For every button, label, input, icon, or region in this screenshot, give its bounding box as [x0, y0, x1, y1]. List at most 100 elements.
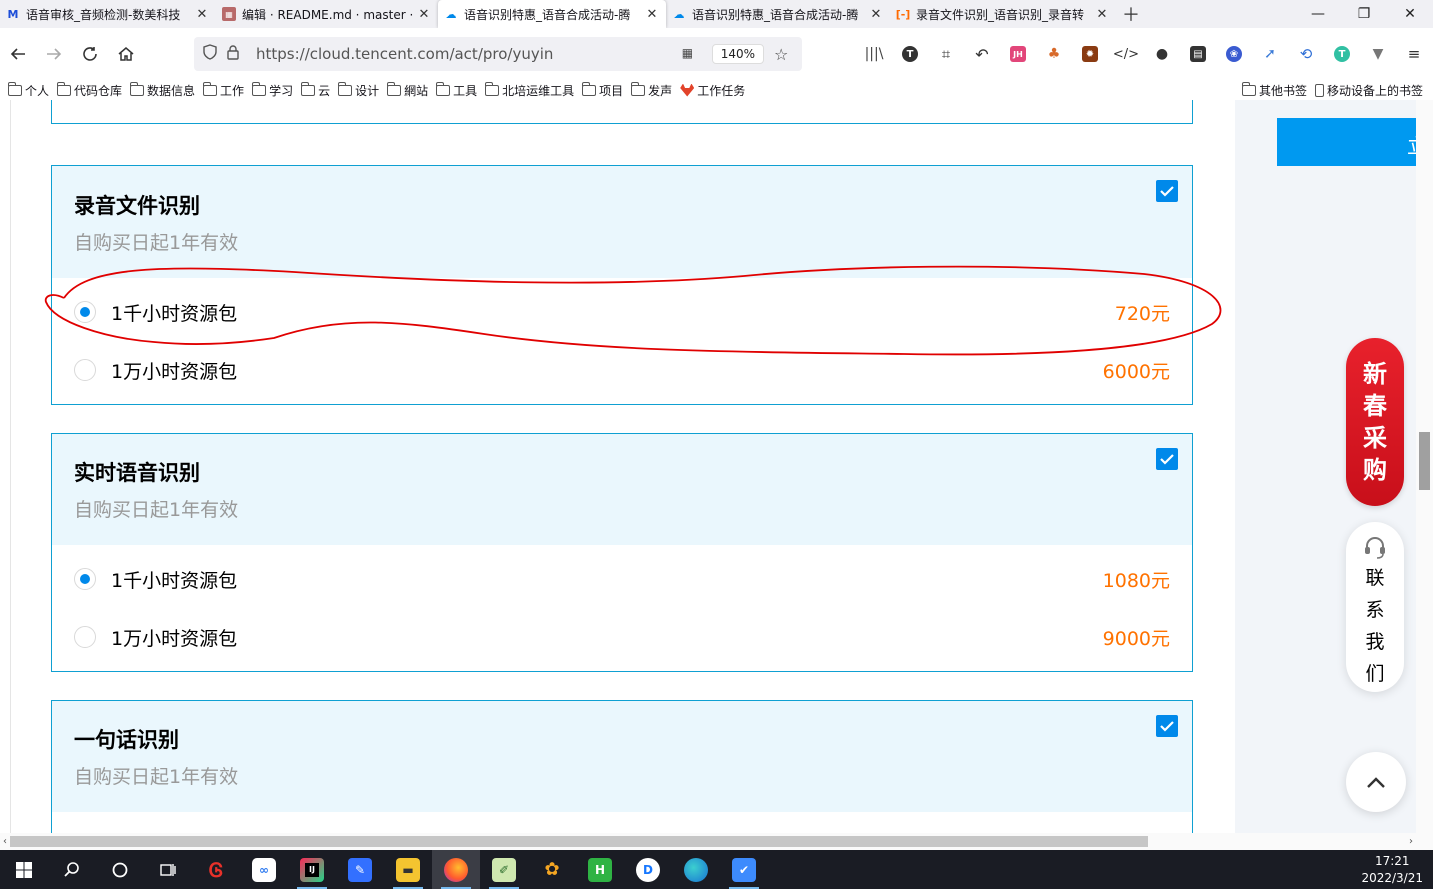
bookmark-folder[interactable]: 数据信息	[130, 81, 195, 99]
task-view-button[interactable]	[144, 850, 192, 889]
tab-tencent-active[interactable]: ☁ 语音识别特惠_语音合成活动-腾 ✕	[438, 0, 666, 28]
crop-icon[interactable]: ⌗	[928, 42, 964, 66]
bookmark-folder[interactable]: 代码仓库	[57, 81, 122, 99]
taskbar-app[interactable]: ✿	[528, 850, 576, 889]
v-extension-icon[interactable]: ▼	[1360, 42, 1396, 66]
taskbar-app[interactable]: ✔	[720, 850, 768, 889]
back-arrow-icon	[10, 48, 25, 60]
package-option[interactable]: 1千小时资源包 1080元	[52, 559, 1192, 599]
jh-extension-icon[interactable]: JH	[1000, 42, 1036, 66]
folder-icon	[387, 81, 402, 96]
bird-extension-icon[interactable]: ➚	[1252, 42, 1288, 66]
radio-button[interactable]	[74, 301, 96, 323]
address-bar[interactable]: https://cloud.tencent.com/act/pro/yuyin …	[194, 37, 802, 71]
buy-now-button[interactable]: 立	[1277, 118, 1416, 166]
scrollbar-thumb[interactable]	[1419, 432, 1430, 490]
paw-extension-icon[interactable]: ❀	[1216, 42, 1252, 66]
taskbar-app[interactable]: IJ	[288, 850, 336, 889]
bookmark-folder[interactable]: 北培运维工具	[485, 81, 574, 99]
storage-extension-icon[interactable]: ▤	[1180, 42, 1216, 66]
undo-icon[interactable]: ↶	[964, 42, 1000, 66]
zoom-level[interactable]: 140%	[711, 44, 764, 64]
close-icon[interactable]: ✕	[1094, 7, 1110, 22]
tab-aliyun[interactable]: [-] 录音文件识别_语音识别_录音转 ✕	[890, 0, 1116, 28]
lock-icon[interactable]	[226, 44, 244, 64]
home-button[interactable]	[108, 36, 144, 72]
url-text[interactable]: https://cloud.tencent.com/act/pro/yuyin	[256, 45, 682, 63]
close-window-button[interactable]: ✕	[1387, 0, 1433, 28]
taskbar-app[interactable]: ✎	[336, 850, 384, 889]
bookmark-mobile[interactable]: 移动设备上的书签	[1314, 82, 1423, 99]
bookmark-folder[interactable]: 个人	[8, 81, 49, 99]
taskbar-app-firefox[interactable]	[432, 850, 480, 889]
product-checkbox[interactable]	[1156, 448, 1178, 470]
menu-icon[interactable]: ≡	[1396, 42, 1432, 66]
search-button[interactable]	[48, 850, 96, 889]
tab-shumei[interactable]: M 语音审核_音频检测-数美科技 ✕	[0, 0, 216, 28]
horizontal-scrollbar[interactable]: ‹ ›	[0, 833, 1433, 850]
bookmark-folder[interactable]: 工具	[436, 81, 477, 99]
sync-extension-icon[interactable]: ⟲	[1288, 42, 1324, 66]
product-checkbox[interactable]	[1156, 715, 1178, 737]
tab-tencent[interactable]: ☁ 语音识别特惠_语音合成活动-腾 ✕	[666, 0, 890, 28]
package-option[interactable]: 1万小时资源包 9000元	[52, 617, 1192, 657]
restore-button[interactable]: ❐	[1341, 0, 1387, 28]
bookmark-folder[interactable]: 網站	[387, 81, 428, 99]
reload-button[interactable]	[72, 36, 108, 72]
bookmark-folder[interactable]: 项目	[582, 81, 623, 99]
bookmark-folder[interactable]: 学习	[252, 81, 293, 99]
scroll-right-icon[interactable]: ›	[1406, 833, 1416, 850]
bookmark-other[interactable]: 其他书签	[1241, 81, 1307, 99]
tab-gitlab[interactable]: ▦ 编辑 · README.md · master · ( ✕	[216, 0, 438, 28]
bookmark-folder[interactable]: 发声	[631, 81, 672, 99]
tab-title: 语音识别特惠_语音合成活动-腾	[464, 7, 631, 22]
taskbar-app[interactable]: Ꮆ	[192, 850, 240, 889]
close-icon[interactable]: ✕	[194, 7, 210, 22]
bookmark-folder[interactable]: 设计	[338, 81, 379, 99]
translate-extension-icon[interactable]: T	[892, 42, 928, 66]
contact-char: 系	[1365, 599, 1385, 621]
start-button[interactable]	[0, 850, 48, 889]
tampermonkey-icon[interactable]: T	[1324, 42, 1360, 66]
product-validity: 自购买日起1年有效	[74, 766, 239, 788]
qr-code-icon[interactable]: ▦	[682, 46, 702, 62]
taskbar-app[interactable]: ∞	[240, 850, 288, 889]
code-icon[interactable]: </>	[1108, 42, 1144, 66]
scroll-left-icon[interactable]: ‹	[0, 833, 10, 850]
product-checkbox[interactable]	[1156, 180, 1178, 202]
spring-promo-button[interactable]: 新 春 采 购	[1346, 338, 1404, 506]
package-option[interactable]: 1万小时资源包 6000元	[52, 350, 1192, 390]
radio-button[interactable]	[74, 568, 96, 590]
taskbar-app[interactable]: H	[576, 850, 624, 889]
new-tab-button[interactable]: ＋	[1116, 0, 1146, 28]
tree-extension-icon[interactable]: ♣	[1036, 42, 1072, 66]
close-icon[interactable]: ✕	[868, 7, 884, 22]
forward-button[interactable]	[36, 36, 72, 72]
tab-title: 录音文件识别_语音识别_录音转	[916, 7, 1085, 22]
close-icon[interactable]: ✕	[416, 7, 432, 22]
taskbar-app[interactable]: ▬	[384, 850, 432, 889]
close-icon[interactable]: ✕	[644, 7, 660, 22]
taskbar-app[interactable]: D	[624, 850, 672, 889]
bookmark-folder[interactable]: 工作	[203, 81, 244, 99]
bookmark-star-icon[interactable]: ☆	[774, 45, 796, 64]
bookmark-gitlab[interactable]: 工作任务	[680, 82, 745, 99]
taskbar-app[interactable]	[672, 850, 720, 889]
bookmark-folder[interactable]: 云	[301, 81, 330, 99]
radio-button[interactable]	[74, 626, 96, 648]
vertical-scrollbar[interactable]	[1416, 100, 1433, 833]
library-icon[interactable]: |||\	[856, 42, 892, 66]
scrollbar-thumb[interactable]	[10, 836, 1148, 847]
system-clock[interactable]: 17:21 2022/3/21	[1361, 850, 1423, 889]
package-option[interactable]: 1千小时资源包 720元	[52, 292, 1192, 332]
gear-extension-icon[interactable]: ✹	[1072, 42, 1108, 66]
radio-button[interactable]	[74, 359, 96, 381]
contact-us-button[interactable]: 联 系 我 们	[1346, 522, 1404, 692]
back-to-top-button[interactable]	[1346, 752, 1406, 812]
minimize-button[interactable]: —	[1295, 0, 1341, 28]
colors-extension-icon[interactable]: ●	[1144, 42, 1180, 66]
shield-icon[interactable]	[202, 44, 220, 64]
back-button[interactable]	[0, 36, 36, 72]
cortana-button[interactable]	[96, 850, 144, 889]
taskbar-app[interactable]: ✐	[480, 850, 528, 889]
